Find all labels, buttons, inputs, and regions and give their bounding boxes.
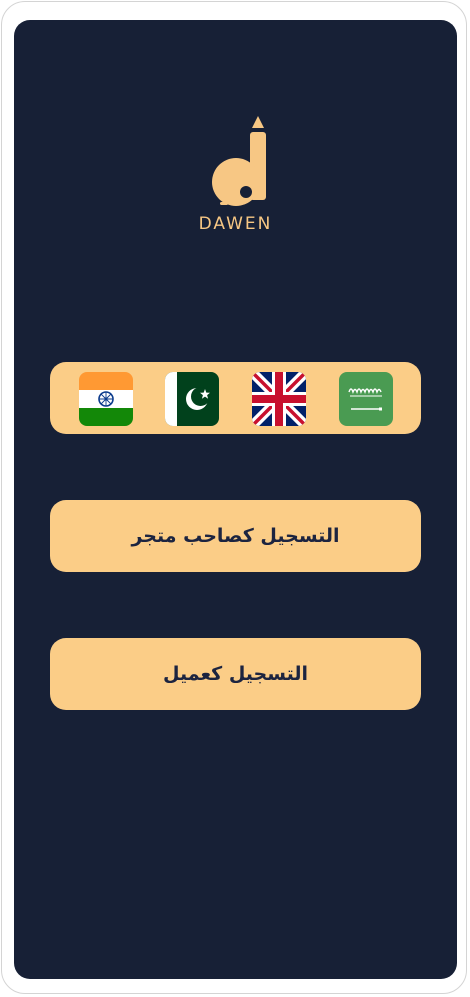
brand-name: DAWEN <box>198 214 273 234</box>
device-frame: DAWEN التسجيل كصاحب متجر التسجيل كعميل <box>1 1 467 994</box>
register-merchant-button[interactable]: التسجيل كصاحب متجر <box>50 500 421 572</box>
language-selector <box>50 362 421 434</box>
app-screen: DAWEN التسجيل كصاحب متجر التسجيل كعميل <box>14 20 457 979</box>
register-customer-button[interactable]: التسجيل كعميل <box>50 638 421 710</box>
saudi-flag-icon[interactable] <box>339 372 393 426</box>
uk-flag-icon[interactable] <box>252 372 306 426</box>
pakistan-flag-icon[interactable] <box>165 372 219 426</box>
india-flag-icon[interactable] <box>79 372 133 426</box>
